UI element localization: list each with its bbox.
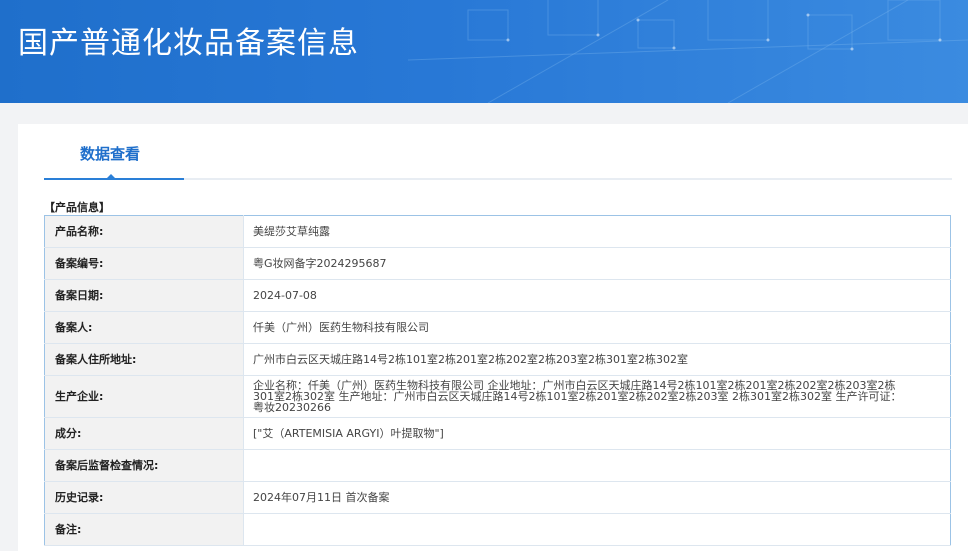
- field-value: [243, 449, 951, 482]
- table-row: 备案日期: 2024-07-08: [44, 279, 951, 312]
- table-row: 备案人住所地址: 广州市白云区天城庄路14号2栋101室2栋201室2栋202室…: [44, 343, 951, 376]
- banner-decoration: [408, 0, 968, 103]
- table-row: 备案编号: 粤G妆网备字2024295687: [44, 247, 951, 280]
- product-info-table: 产品名称: 美缇莎艾草纯露 备案编号: 粤G妆网备字2024295687 备案日…: [44, 215, 951, 546]
- field-label: 备案日期:: [44, 279, 244, 312]
- tab-data-view[interactable]: 数据查看: [44, 124, 184, 180]
- field-value: [243, 513, 951, 546]
- field-value: 企业名称：仟美（广州）医药生物科技有限公司 企业地址：广州市白云区天城庄路14号…: [243, 375, 951, 418]
- field-value: 粤G妆网备字2024295687: [243, 247, 951, 280]
- table-row: 成分: ["艾（ARTEMISIA ARGYI）叶提取物"]: [44, 417, 951, 450]
- field-label: 生产企业:: [44, 375, 244, 418]
- field-value: 广州市白云区天城庄路14号2栋101室2栋201室2栋202室2栋203室2栋3…: [243, 343, 951, 376]
- field-value: 美缇莎艾草纯露: [243, 215, 951, 248]
- content-panel: 数据查看 【产品信息】 产品名称: 美缇莎艾草纯露 备案编号: 粤G妆网备字20…: [18, 124, 968, 551]
- field-label: 成分:: [44, 417, 244, 450]
- field-label: 备注:: [44, 513, 244, 546]
- table-row: 历史记录: 2024年07月11日 首次备案: [44, 481, 951, 514]
- page-title: 国产普通化妆品备案信息: [18, 26, 359, 61]
- header-banner: 国产普通化妆品备案信息: [0, 0, 968, 103]
- table-row: 备注:: [44, 513, 951, 546]
- table-row: 备案后监督检查情况:: [44, 449, 951, 482]
- field-value: ["艾（ARTEMISIA ARGYI）叶提取物"]: [243, 417, 951, 450]
- caret-up-icon: [106, 174, 116, 179]
- field-label: 备案人住所地址:: [44, 343, 244, 376]
- tab-bar: 数据查看: [44, 124, 952, 180]
- field-label: 历史记录:: [44, 481, 244, 514]
- field-value: 2024年07月11日 首次备案: [243, 481, 951, 514]
- tab-label: 数据查看: [80, 145, 141, 163]
- field-label: 产品名称:: [44, 215, 244, 248]
- field-value: 2024-07-08: [243, 279, 951, 312]
- table-row: 产品名称: 美缇莎艾草纯露: [44, 215, 951, 248]
- field-label: 备案后监督检查情况:: [44, 449, 244, 482]
- field-value: 仟美（广州）医药生物科技有限公司: [243, 311, 951, 344]
- table-row: 备案人: 仟美（广州）医药生物科技有限公司: [44, 311, 951, 344]
- table-row: 生产企业: 企业名称：仟美（广州）医药生物科技有限公司 企业地址：广州市白云区天…: [44, 375, 951, 418]
- field-label: 备案人:: [44, 311, 244, 344]
- field-label: 备案编号:: [44, 247, 244, 280]
- section-heading: 【产品信息】: [44, 201, 110, 214]
